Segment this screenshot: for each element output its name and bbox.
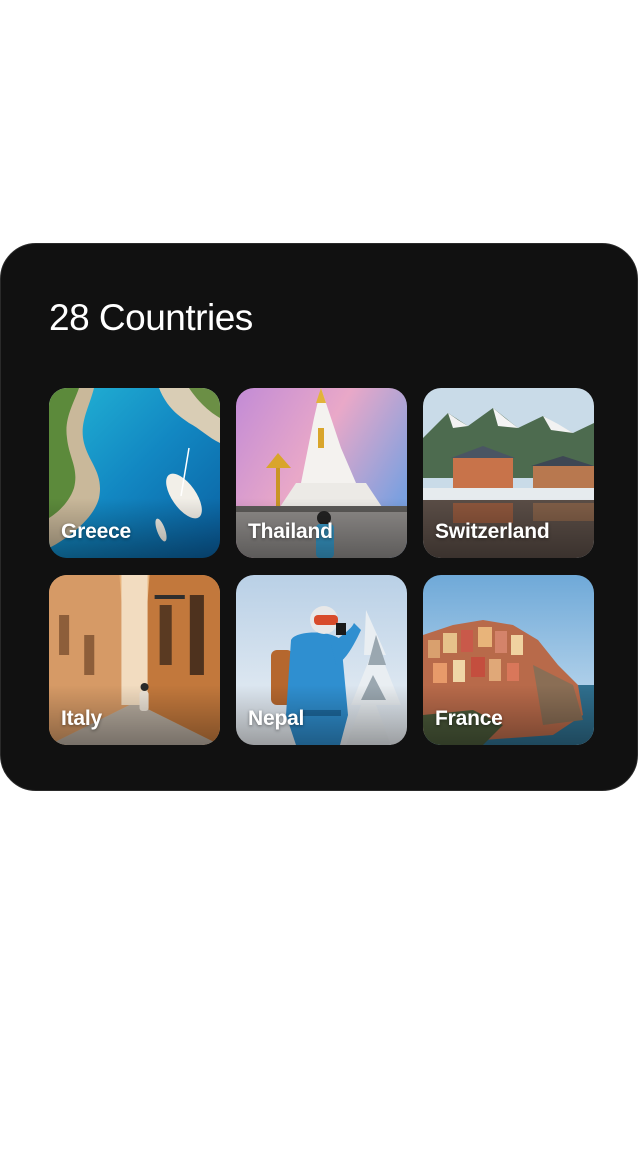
countries-card: 28 Countries Greece Thailand Switzerland… [0,243,638,791]
country-label: Italy [61,707,103,730]
country-tile-switzerland[interactable]: Switzerland [423,388,594,558]
country-label: Thailand [248,520,333,543]
country-label: Nepal [248,707,305,730]
country-label: Greece [61,520,132,543]
country-grid: Greece Thailand Switzerland Italy Nepal … [49,388,594,745]
country-tile-nepal[interactable]: Nepal [236,575,407,745]
card-title: 28 Countries [49,297,253,338]
country-tile-france[interactable]: France [423,575,594,745]
country-label: Switzerland [435,520,550,543]
country-tile-italy[interactable]: Italy [49,575,220,745]
country-label: France [435,707,503,730]
country-tile-thailand[interactable]: Thailand [236,388,407,558]
country-tile-greece[interactable]: Greece [49,388,220,558]
